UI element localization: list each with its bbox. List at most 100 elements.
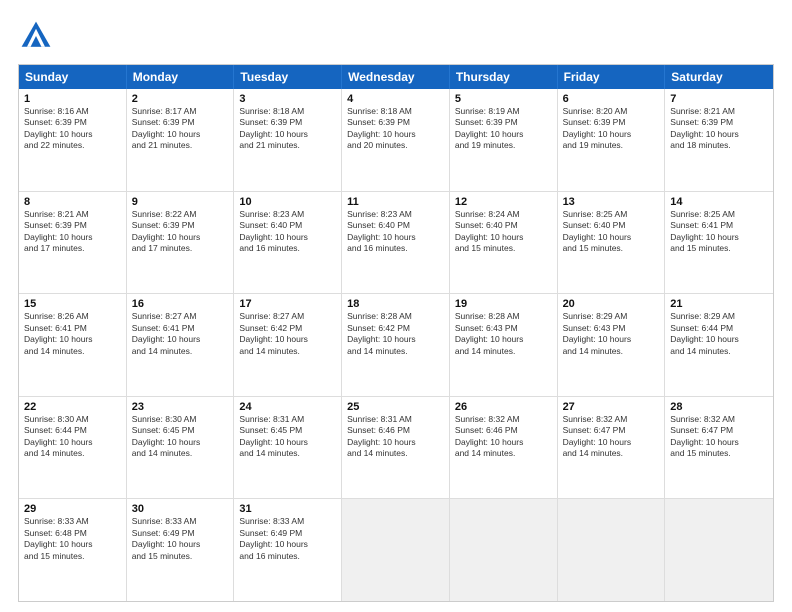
day-cell-6: 6Sunrise: 8:20 AM Sunset: 6:39 PM Daylig…: [558, 89, 666, 191]
day-cell-9: 9Sunrise: 8:22 AM Sunset: 6:39 PM Daylig…: [127, 192, 235, 294]
day-number: 14: [670, 196, 768, 208]
day-number: 12: [455, 196, 552, 208]
cell-text: Sunrise: 8:33 AM Sunset: 6:48 PM Dayligh…: [24, 516, 121, 562]
calendar-body: 1Sunrise: 8:16 AM Sunset: 6:39 PM Daylig…: [19, 89, 773, 601]
header-day-thursday: Thursday: [450, 65, 558, 89]
cell-text: Sunrise: 8:26 AM Sunset: 6:41 PM Dayligh…: [24, 311, 121, 357]
day-number: 22: [24, 401, 121, 413]
day-cell-7: 7Sunrise: 8:21 AM Sunset: 6:39 PM Daylig…: [665, 89, 773, 191]
day-number: 9: [132, 196, 229, 208]
calendar-row: 22Sunrise: 8:30 AM Sunset: 6:44 PM Dayli…: [19, 397, 773, 500]
day-number: 1: [24, 93, 121, 105]
day-number: 24: [239, 401, 336, 413]
day-number: 8: [24, 196, 121, 208]
cell-text: Sunrise: 8:29 AM Sunset: 6:44 PM Dayligh…: [670, 311, 768, 357]
day-number: 20: [563, 298, 660, 310]
day-cell-22: 22Sunrise: 8:30 AM Sunset: 6:44 PM Dayli…: [19, 397, 127, 499]
header-day-sunday: Sunday: [19, 65, 127, 89]
cell-text: Sunrise: 8:32 AM Sunset: 6:47 PM Dayligh…: [670, 414, 768, 460]
day-cell-23: 23Sunrise: 8:30 AM Sunset: 6:45 PM Dayli…: [127, 397, 235, 499]
day-cell-27: 27Sunrise: 8:32 AM Sunset: 6:47 PM Dayli…: [558, 397, 666, 499]
day-cell-11: 11Sunrise: 8:23 AM Sunset: 6:40 PM Dayli…: [342, 192, 450, 294]
day-number: 3: [239, 93, 336, 105]
day-cell-25: 25Sunrise: 8:31 AM Sunset: 6:46 PM Dayli…: [342, 397, 450, 499]
day-cell-20: 20Sunrise: 8:29 AM Sunset: 6:43 PM Dayli…: [558, 294, 666, 396]
day-cell-30: 30Sunrise: 8:33 AM Sunset: 6:49 PM Dayli…: [127, 499, 235, 601]
day-number: 2: [132, 93, 229, 105]
cell-text: Sunrise: 8:28 AM Sunset: 6:42 PM Dayligh…: [347, 311, 444, 357]
day-number: 19: [455, 298, 552, 310]
logo: [18, 18, 58, 54]
cell-text: Sunrise: 8:18 AM Sunset: 6:39 PM Dayligh…: [347, 106, 444, 152]
day-number: 30: [132, 503, 229, 515]
day-number: 26: [455, 401, 552, 413]
cell-text: Sunrise: 8:17 AM Sunset: 6:39 PM Dayligh…: [132, 106, 229, 152]
header-day-saturday: Saturday: [665, 65, 773, 89]
day-cell-1: 1Sunrise: 8:16 AM Sunset: 6:39 PM Daylig…: [19, 89, 127, 191]
day-number: 27: [563, 401, 660, 413]
day-number: 18: [347, 298, 444, 310]
header-day-wednesday: Wednesday: [342, 65, 450, 89]
day-cell-18: 18Sunrise: 8:28 AM Sunset: 6:42 PM Dayli…: [342, 294, 450, 396]
cell-text: Sunrise: 8:23 AM Sunset: 6:40 PM Dayligh…: [347, 209, 444, 255]
day-number: 11: [347, 196, 444, 208]
day-cell-13: 13Sunrise: 8:25 AM Sunset: 6:40 PM Dayli…: [558, 192, 666, 294]
day-cell-12: 12Sunrise: 8:24 AM Sunset: 6:40 PM Dayli…: [450, 192, 558, 294]
cell-text: Sunrise: 8:19 AM Sunset: 6:39 PM Dayligh…: [455, 106, 552, 152]
day-cell-28: 28Sunrise: 8:32 AM Sunset: 6:47 PM Dayli…: [665, 397, 773, 499]
cell-text: Sunrise: 8:29 AM Sunset: 6:43 PM Dayligh…: [563, 311, 660, 357]
cell-text: Sunrise: 8:25 AM Sunset: 6:41 PM Dayligh…: [670, 209, 768, 255]
header-day-tuesday: Tuesday: [234, 65, 342, 89]
cell-text: Sunrise: 8:33 AM Sunset: 6:49 PM Dayligh…: [132, 516, 229, 562]
header: [18, 18, 774, 54]
day-cell-29: 29Sunrise: 8:33 AM Sunset: 6:48 PM Dayli…: [19, 499, 127, 601]
cell-text: Sunrise: 8:25 AM Sunset: 6:40 PM Dayligh…: [563, 209, 660, 255]
day-cell-4: 4Sunrise: 8:18 AM Sunset: 6:39 PM Daylig…: [342, 89, 450, 191]
day-cell-17: 17Sunrise: 8:27 AM Sunset: 6:42 PM Dayli…: [234, 294, 342, 396]
day-number: 29: [24, 503, 121, 515]
header-day-monday: Monday: [127, 65, 235, 89]
day-cell-16: 16Sunrise: 8:27 AM Sunset: 6:41 PM Dayli…: [127, 294, 235, 396]
calendar: SundayMondayTuesdayWednesdayThursdayFrid…: [18, 64, 774, 602]
day-number: 10: [239, 196, 336, 208]
cell-text: Sunrise: 8:23 AM Sunset: 6:40 PM Dayligh…: [239, 209, 336, 255]
day-cell-3: 3Sunrise: 8:18 AM Sunset: 6:39 PM Daylig…: [234, 89, 342, 191]
cell-text: Sunrise: 8:21 AM Sunset: 6:39 PM Dayligh…: [24, 209, 121, 255]
day-number: 31: [239, 503, 336, 515]
cell-text: Sunrise: 8:27 AM Sunset: 6:42 PM Dayligh…: [239, 311, 336, 357]
day-number: 21: [670, 298, 768, 310]
day-number: 28: [670, 401, 768, 413]
day-cell-14: 14Sunrise: 8:25 AM Sunset: 6:41 PM Dayli…: [665, 192, 773, 294]
cell-text: Sunrise: 8:33 AM Sunset: 6:49 PM Dayligh…: [239, 516, 336, 562]
day-number: 15: [24, 298, 121, 310]
cell-text: Sunrise: 8:18 AM Sunset: 6:39 PM Dayligh…: [239, 106, 336, 152]
cell-text: Sunrise: 8:30 AM Sunset: 6:45 PM Dayligh…: [132, 414, 229, 460]
empty-cell: [450, 499, 558, 601]
day-cell-15: 15Sunrise: 8:26 AM Sunset: 6:41 PM Dayli…: [19, 294, 127, 396]
cell-text: Sunrise: 8:28 AM Sunset: 6:43 PM Dayligh…: [455, 311, 552, 357]
empty-cell: [558, 499, 666, 601]
cell-text: Sunrise: 8:24 AM Sunset: 6:40 PM Dayligh…: [455, 209, 552, 255]
empty-cell: [342, 499, 450, 601]
cell-text: Sunrise: 8:16 AM Sunset: 6:39 PM Dayligh…: [24, 106, 121, 152]
cell-text: Sunrise: 8:21 AM Sunset: 6:39 PM Dayligh…: [670, 106, 768, 152]
day-number: 5: [455, 93, 552, 105]
cell-text: Sunrise: 8:27 AM Sunset: 6:41 PM Dayligh…: [132, 311, 229, 357]
day-cell-5: 5Sunrise: 8:19 AM Sunset: 6:39 PM Daylig…: [450, 89, 558, 191]
calendar-header: SundayMondayTuesdayWednesdayThursdayFrid…: [19, 65, 773, 89]
day-cell-24: 24Sunrise: 8:31 AM Sunset: 6:45 PM Dayli…: [234, 397, 342, 499]
cell-text: Sunrise: 8:20 AM Sunset: 6:39 PM Dayligh…: [563, 106, 660, 152]
day-number: 7: [670, 93, 768, 105]
day-number: 23: [132, 401, 229, 413]
day-cell-10: 10Sunrise: 8:23 AM Sunset: 6:40 PM Dayli…: [234, 192, 342, 294]
header-day-friday: Friday: [558, 65, 666, 89]
day-cell-19: 19Sunrise: 8:28 AM Sunset: 6:43 PM Dayli…: [450, 294, 558, 396]
day-number: 4: [347, 93, 444, 105]
day-cell-2: 2Sunrise: 8:17 AM Sunset: 6:39 PM Daylig…: [127, 89, 235, 191]
day-number: 13: [563, 196, 660, 208]
page: SundayMondayTuesdayWednesdayThursdayFrid…: [0, 0, 792, 612]
calendar-row: 15Sunrise: 8:26 AM Sunset: 6:41 PM Dayli…: [19, 294, 773, 397]
cell-text: Sunrise: 8:32 AM Sunset: 6:47 PM Dayligh…: [563, 414, 660, 460]
day-number: 6: [563, 93, 660, 105]
logo-icon: [18, 18, 54, 54]
